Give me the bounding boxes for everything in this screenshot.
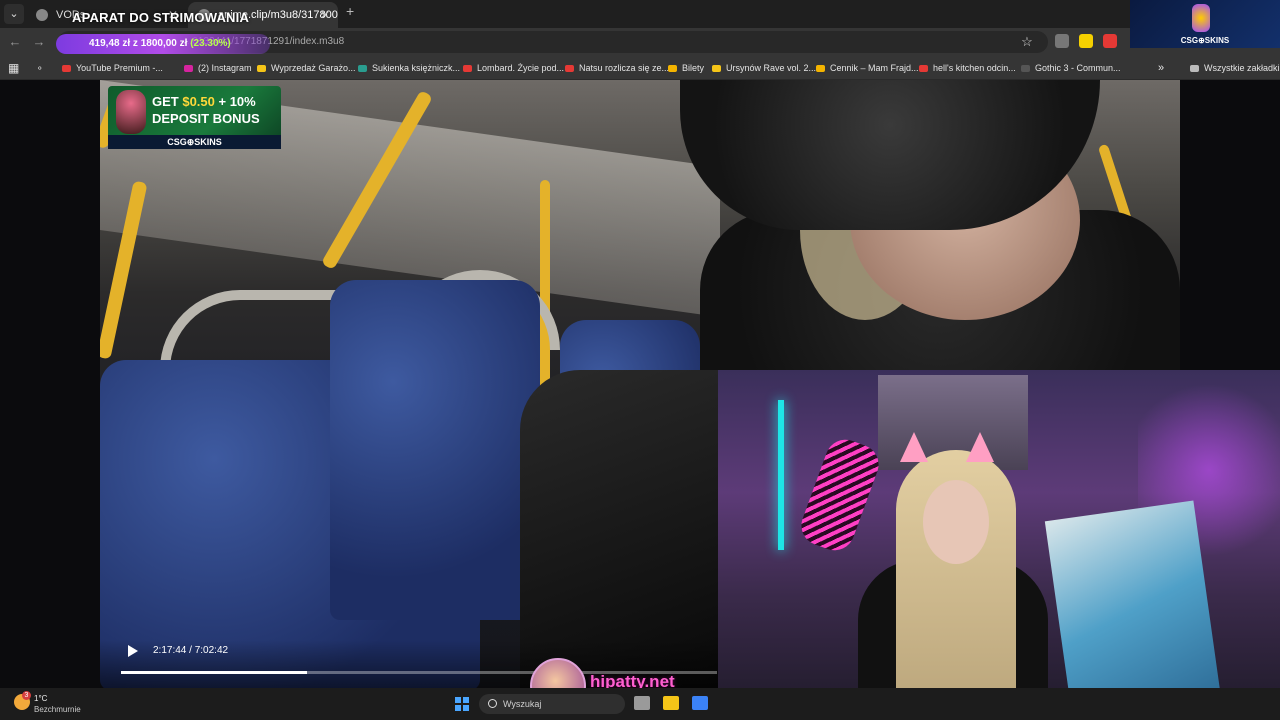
bookmark-label: Wyprzedaż Garażo...: [271, 63, 356, 73]
bookmark-item[interactable]: Lombard. Życie pod...: [463, 56, 564, 80]
bus-pole: [540, 180, 550, 400]
bookmark-label: Gothic 3 - Commun...: [1035, 63, 1121, 73]
globe-icon: [36, 9, 48, 21]
bookmark-item[interactable]: Sukienka księżniczk...: [358, 56, 460, 80]
bookmark-favicon-icon: [919, 65, 928, 72]
bookmark-label: hell's kitchen odcin...: [933, 63, 1016, 73]
file-explorer-icon[interactable]: [663, 696, 679, 710]
new-tab-button[interactable]: +: [346, 3, 354, 19]
extension-icon[interactable]: [1079, 34, 1093, 48]
bookmark-label: Natsu rozlicza się ze...: [579, 63, 670, 73]
streamer-face: [923, 480, 989, 564]
tab-search-menu-icon[interactable]: ⌄: [4, 4, 24, 24]
bookmark-favicon-icon: [565, 65, 574, 72]
screen: ⌄ VODs ✕ anime.clip/m3u8/3178001 ✕ + ← →…: [0, 0, 1280, 720]
ad-headline: GET $0.50 + 10%: [152, 94, 256, 109]
weather-badge: 3: [22, 691, 31, 700]
mascot-icon: [116, 90, 146, 134]
cyan-light: [778, 400, 784, 550]
forward-icon[interactable]: →: [30, 33, 48, 51]
bookmark-item[interactable]: (2) Instagram: [184, 56, 252, 80]
bookmark-favicon-icon: [1021, 65, 1030, 72]
back-icon[interactable]: ←: [6, 33, 24, 51]
donation-goal-text: 419,48 zł z 1800,00 zł (23.30%): [89, 38, 231, 49]
bookmark-favicon-icon: [712, 65, 721, 72]
store-icon[interactable]: [692, 696, 708, 710]
playback-time: 2:17:44 / 7:02:42: [153, 645, 229, 656]
windows-start-icon[interactable]: [455, 697, 469, 711]
bookmark-label: Cennik – Mam Frajd...: [830, 63, 919, 73]
task-view-icon[interactable]: [634, 696, 650, 710]
sponsor-banner: GET $0.50 + 10% DEPOSIT BONUS CSG⊕SKINS: [108, 86, 281, 149]
painting-canvas: [1044, 500, 1222, 720]
bookmark-favicon-icon: [62, 65, 71, 72]
bookmark-item[interactable]: YouTube Premium -...: [62, 56, 163, 80]
bookmark-item[interactable]: Cennik – Mam Frajd...: [816, 56, 919, 80]
bookmark-label: (2) Instagram: [198, 63, 252, 73]
webcam-overlay: [718, 370, 1280, 720]
bus-seat: [330, 280, 540, 620]
ad-subline: DEPOSIT BONUS: [152, 111, 260, 126]
bookmark-item[interactable]: Ursynów Rave vol. 2...: [712, 56, 816, 80]
bookmark-label: Lombard. Życie pod...: [477, 63, 565, 73]
bookmark-favicon-icon: [668, 65, 677, 72]
bookmark-item[interactable]: Wyprzedaż Garażo...: [257, 56, 355, 80]
sponsor-brand: CSG⊕SKINS: [1180, 36, 1230, 45]
bookmark-label: Sukienka księżniczk...: [372, 63, 461, 73]
bookmark-item[interactable]: hell's kitchen odcin...: [919, 56, 1016, 80]
more-bookmarks-icon[interactable]: »: [1158, 56, 1164, 80]
sponsor-logo-icon: [1192, 4, 1210, 32]
bookmark-label: Bilety: [682, 63, 705, 73]
bookmark-favicon-icon: [816, 65, 825, 72]
bookmark-item[interactable]: Gothic 3 - Commun...: [1021, 56, 1121, 80]
all-bookmarks-folder[interactable]: Wszystkie zakładki: [1190, 56, 1280, 80]
stream-title: APARAT DO STRIMOWANIA: [72, 10, 250, 25]
bookmark-favicon-icon: [257, 65, 266, 72]
bookmark-item[interactable]: Bilety: [668, 56, 704, 80]
taskbar-search-input[interactable]: Wyszukaj: [479, 694, 625, 714]
ad-brand: CSG⊕SKINS: [108, 135, 281, 149]
microphone: [795, 434, 885, 556]
seek-progress: [121, 671, 308, 674]
weather-condition: Bezchmurnie: [34, 705, 81, 714]
bookmark-icon[interactable]: ⚬: [36, 56, 44, 80]
bookmarks-bar: ▦ ⚬ » Wszystkie zakładki YouTube Premium…: [0, 56, 1280, 80]
goal-amount: 419,48 zł z 1800,00 zł: [89, 38, 188, 49]
sponsor-corner: CSG⊕SKINS: [1130, 0, 1280, 48]
goal-percentage: (23.30%): [190, 38, 231, 49]
search-icon: [488, 699, 497, 708]
bookmark-favicon-icon: [184, 65, 193, 72]
bookmark-label: YouTube Premium -...: [76, 63, 163, 73]
all-bookmarks-label: Wszystkie zakładki: [1204, 63, 1280, 73]
bookmark-star-icon[interactable]: ☆: [1018, 33, 1036, 51]
temperature: 1°C: [34, 694, 48, 703]
bookmark-favicon-icon: [358, 65, 367, 72]
bookmark-item[interactable]: Natsu rozlicza się ze...: [565, 56, 669, 80]
apps-grid-icon[interactable]: ▦: [8, 56, 19, 80]
play-icon[interactable]: [128, 645, 138, 657]
extension-icon[interactable]: [1055, 34, 1069, 48]
extension-icon[interactable]: [1103, 34, 1117, 48]
close-tab-icon[interactable]: ✕: [320, 2, 330, 28]
folder-icon: [1190, 65, 1199, 72]
bookmark-favicon-icon: [463, 65, 472, 72]
bookmark-label: Ursynów Rave vol. 2...: [726, 63, 817, 73]
